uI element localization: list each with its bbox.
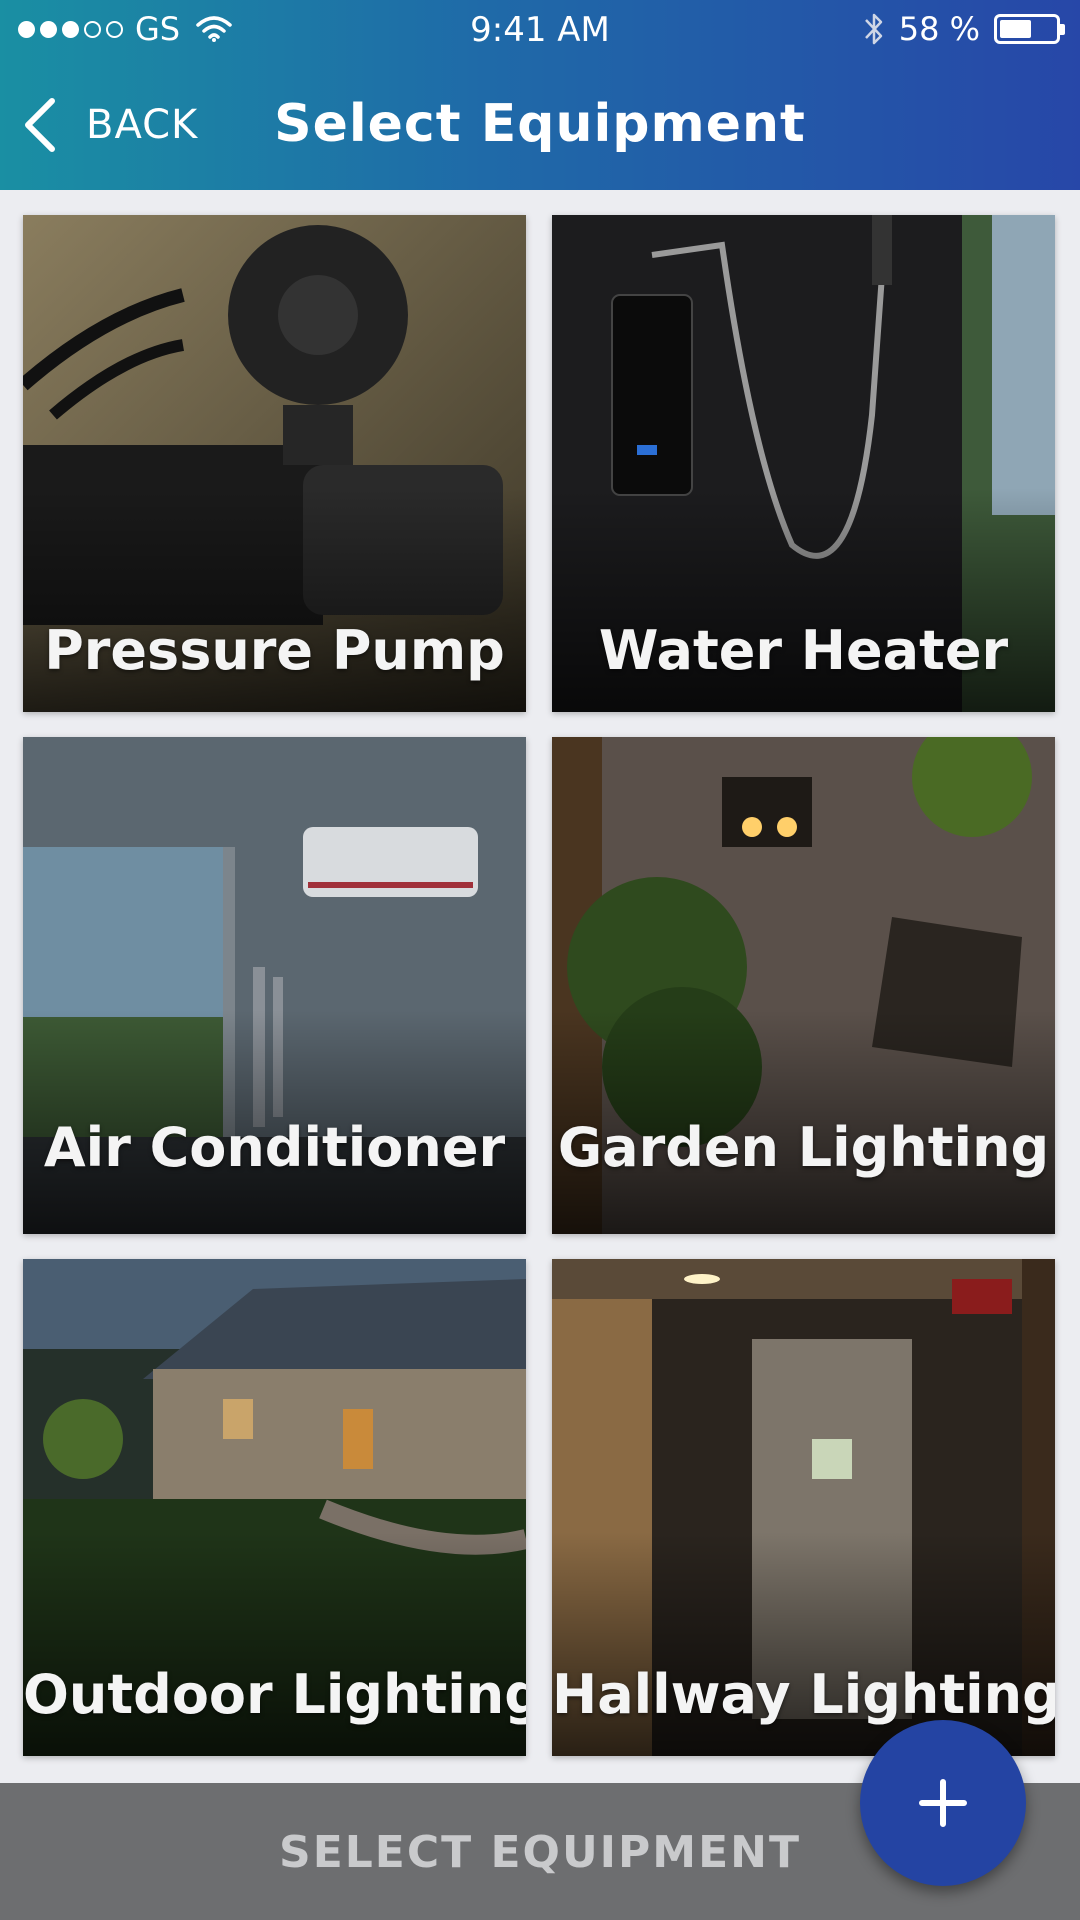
tile-garden-lighting[interactable]: Garden Lighting (552, 737, 1055, 1234)
tile-label: Water Heater (598, 619, 1009, 682)
tile-air-conditioner[interactable]: Air Conditioner (23, 737, 526, 1234)
tile-water-heater[interactable]: Water Heater (552, 215, 1055, 712)
nav-bar: BACK Select Equipment (0, 80, 1080, 170)
tile-outdoor-lighting[interactable]: Outdoor Lighting (23, 1259, 526, 1756)
battery-icon (994, 14, 1065, 44)
tile-hallway-lighting[interactable]: Hallway Lighting (552, 1259, 1055, 1756)
app-header: GS 9:41 AM 58 % BACK Select Equipment (0, 0, 1080, 190)
plus-icon (919, 1779, 967, 1827)
status-right: 58 % (863, 10, 1065, 48)
equipment-grid: Pressure Pump Water Heater Air Condition… (23, 215, 1057, 1756)
tile-label: Outdoor Lighting (23, 1663, 526, 1726)
status-bar: GS 9:41 AM 58 % (0, 0, 1080, 58)
bluetooth-icon (864, 13, 882, 45)
tile-pressure-pump[interactable]: Pressure Pump (23, 215, 526, 712)
tile-label: Garden Lighting (557, 1116, 1050, 1179)
page-title: Select Equipment (274, 94, 806, 154)
tile-label: Air Conditioner (43, 1116, 506, 1179)
battery-percent: 58 % (898, 10, 980, 48)
add-button[interactable] (860, 1720, 1026, 1886)
battery-fill (1000, 20, 1032, 38)
tile-label: Hallway Lighting (552, 1663, 1055, 1726)
equipment-screen: GS 9:41 AM 58 % BACK Select Equipment Pr… (0, 0, 1080, 1920)
tile-label: Pressure Pump (44, 619, 505, 682)
